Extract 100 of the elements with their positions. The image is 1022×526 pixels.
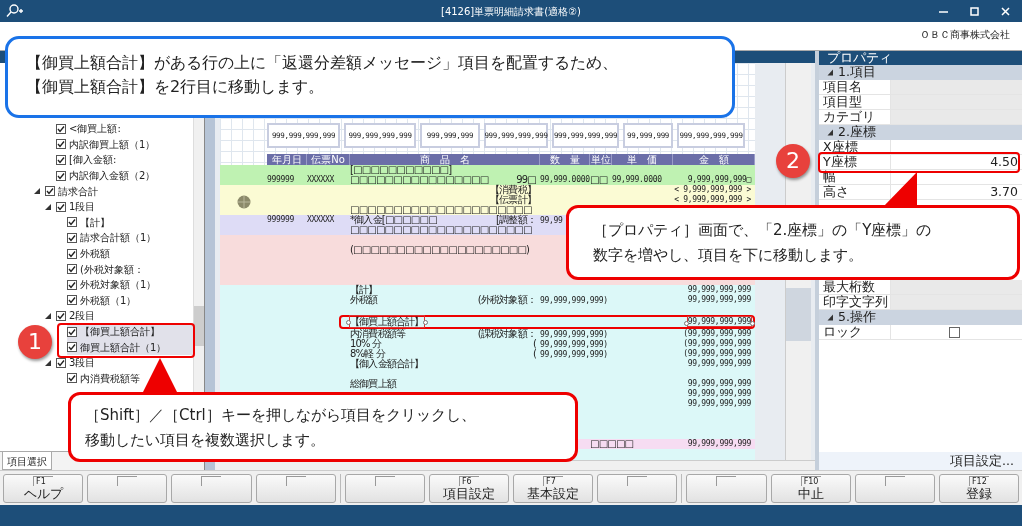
checkbox[interactable] [67,295,77,306]
expand-icon[interactable] [44,358,52,367]
layout-item[interactable]: (□□□□□□□□□□□□□□□□□□□□) [350,244,530,255]
layout-item[interactable]: (99,999,999,999 [683,329,751,338]
checkbox[interactable] [56,123,66,134]
checkbox[interactable] [56,357,66,368]
layout-item[interactable]: 【消費税】 [490,185,536,195]
layout-item[interactable]: 99,999,999,999) [540,296,608,305]
layout-item[interactable]: 99,999,999,999 [687,285,751,294]
checkbox[interactable] [56,201,66,212]
layout-item[interactable]: 8%軽 分 [350,348,386,359]
checkbox[interactable] [949,326,960,338]
expand-icon[interactable] [827,129,834,136]
layout-item[interactable]: 99,999,999,999 [687,359,751,368]
checkbox[interactable] [56,155,66,165]
expand-icon[interactable] [33,187,41,196]
tree-item[interactable]: 内消費税額等 [67,370,193,387]
checkbox[interactable] [67,264,77,275]
tree-item[interactable]: 2段目 [56,308,193,324]
layout-item[interactable]: □□□□□□□□□□□□□□□□□□□□□ [350,224,532,235]
function-key[interactable]: F7 基本設定 [513,474,594,503]
layout-item[interactable]: 99,99 [540,216,563,225]
expand-icon[interactable] [827,69,834,76]
layout-item[interactable]: ( [532,349,536,360]
expand-icon[interactable] [44,202,52,211]
scrollbar-thumb[interactable] [786,288,811,341]
layout-item[interactable]: ( [532,339,536,350]
tree-item[interactable]: 1段目 [56,198,193,215]
checkbox[interactable] [56,170,66,181]
layout-item[interactable]: 99,999,999,999) [540,340,608,349]
layout-item[interactable]: 999999 [267,215,295,224]
layout-item[interactable]: 99,999,999,999 [687,399,751,408]
layout-item[interactable]: 外税額 [350,294,378,305]
layout-item[interactable]: □□□□□□□□□□□□□□□□□□□□□ [350,204,532,215]
layout-item[interactable]: 99,999,999,999) [540,330,608,339]
checkbox[interactable] [67,342,77,353]
checkbox[interactable] [67,373,77,384]
crosshair-icon[interactable] [236,195,251,209]
layout-item[interactable]: XXXXXX [307,175,335,184]
layout-item[interactable]: XXXXXX [307,215,335,224]
layout-item[interactable]: 99,999,999,999 [687,295,751,304]
close-icon[interactable] [1001,6,1010,16]
layout-item[interactable]: (99,999,999,999 [683,339,751,348]
selection-handle[interactable] [683,321,689,326]
checkbox[interactable] [67,232,77,243]
function-key[interactable]: F10 中止 [770,474,851,503]
layout-item[interactable]: 9,999,999,999□ [687,175,751,184]
checkbox[interactable] [67,279,77,290]
layout-item[interactable]: (外税対象額： [477,295,536,306]
tree-item[interactable]: 外税額 [67,245,193,262]
tree-item[interactable]: 請求合計 [45,183,193,199]
tree-item[interactable]: 外税対象額（1） [67,276,193,293]
checkbox[interactable] [56,139,66,150]
maximize-icon[interactable] [970,6,979,16]
selection-handle[interactable] [750,321,755,326]
layout-item[interactable]: 999999 [267,175,295,184]
layout-item[interactable]: 99,999,999,999 [687,439,751,448]
layout-item[interactable]: (99,999,999,999 [683,349,751,358]
layout-item[interactable]: 【計】 [350,284,378,295]
section-header[interactable]: 2.座標 [819,125,1022,140]
layout-item[interactable]: < 9,999,999,999 > [674,185,751,194]
layout-item[interactable]: 99,999,999,999 [687,317,751,326]
tree-item[interactable]: 【計】 [67,214,193,231]
function-key[interactable]: F1 ヘルプ [3,474,84,503]
tree-item[interactable]: 外税額（1） [67,292,193,309]
layout-item[interactable]: □□□□□□□□□□□□□□□□ [350,174,489,185]
layout-item[interactable]: 内消費税額等 [350,328,406,339]
tree-item[interactable]: 御買上額合計（1） [67,339,193,355]
layout-item[interactable]: < 9,999,999,999 > [674,195,751,204]
layout-item[interactable]: 99,999.0000 [540,175,590,184]
tree-item[interactable]: (外税対象額： [67,261,193,277]
search-icon[interactable] [6,4,24,18]
section-header[interactable]: 1.項目 [819,65,1022,80]
checkbox[interactable] [67,248,77,259]
layout-item[interactable]: 99□ [516,175,536,185]
layout-item[interactable]: 総御買上額 [350,378,396,389]
layout-item[interactable]: 99,999,999,999 [687,379,751,388]
layout-item[interactable]: *御入金[□□□□□□ [350,214,437,225]
tree-item[interactable]: 内訳御入金額（2） [56,167,193,184]
layout-item[interactable]: (課税対象額： [477,329,536,340]
checkbox[interactable] [45,186,55,197]
tree-item[interactable]: 3段目 [56,354,193,371]
checkbox[interactable] [67,326,77,337]
selection-handle[interactable] [422,320,428,325]
layout-item[interactable]: 【御買上額合計】 [350,316,424,327]
tree-item[interactable]: 請求合計額（1） [67,230,193,246]
layout-item[interactable]: 10% 分 [350,338,382,349]
layout-item[interactable]: □□□□□ [590,438,634,449]
layout-item[interactable]: 99,999,999,999 [687,389,751,398]
checkbox[interactable] [56,310,66,321]
tree-item[interactable]: 内訳御買上額（1） [56,136,193,153]
tree-item[interactable]: [御入金額: [56,152,193,168]
layout-item[interactable]: [□□□□□□□□□□□] [350,164,452,175]
expand-icon[interactable] [827,314,834,321]
function-key[interactable]: F6 項目設定 [428,474,510,503]
layout-item[interactable]: □□ [590,174,608,185]
selection-handle[interactable] [346,320,351,325]
expand-icon[interactable] [44,311,52,320]
layout-item[interactable]: 【御入金額合計】 [350,358,424,369]
section-header[interactable]: 5.操作 [819,310,1022,325]
